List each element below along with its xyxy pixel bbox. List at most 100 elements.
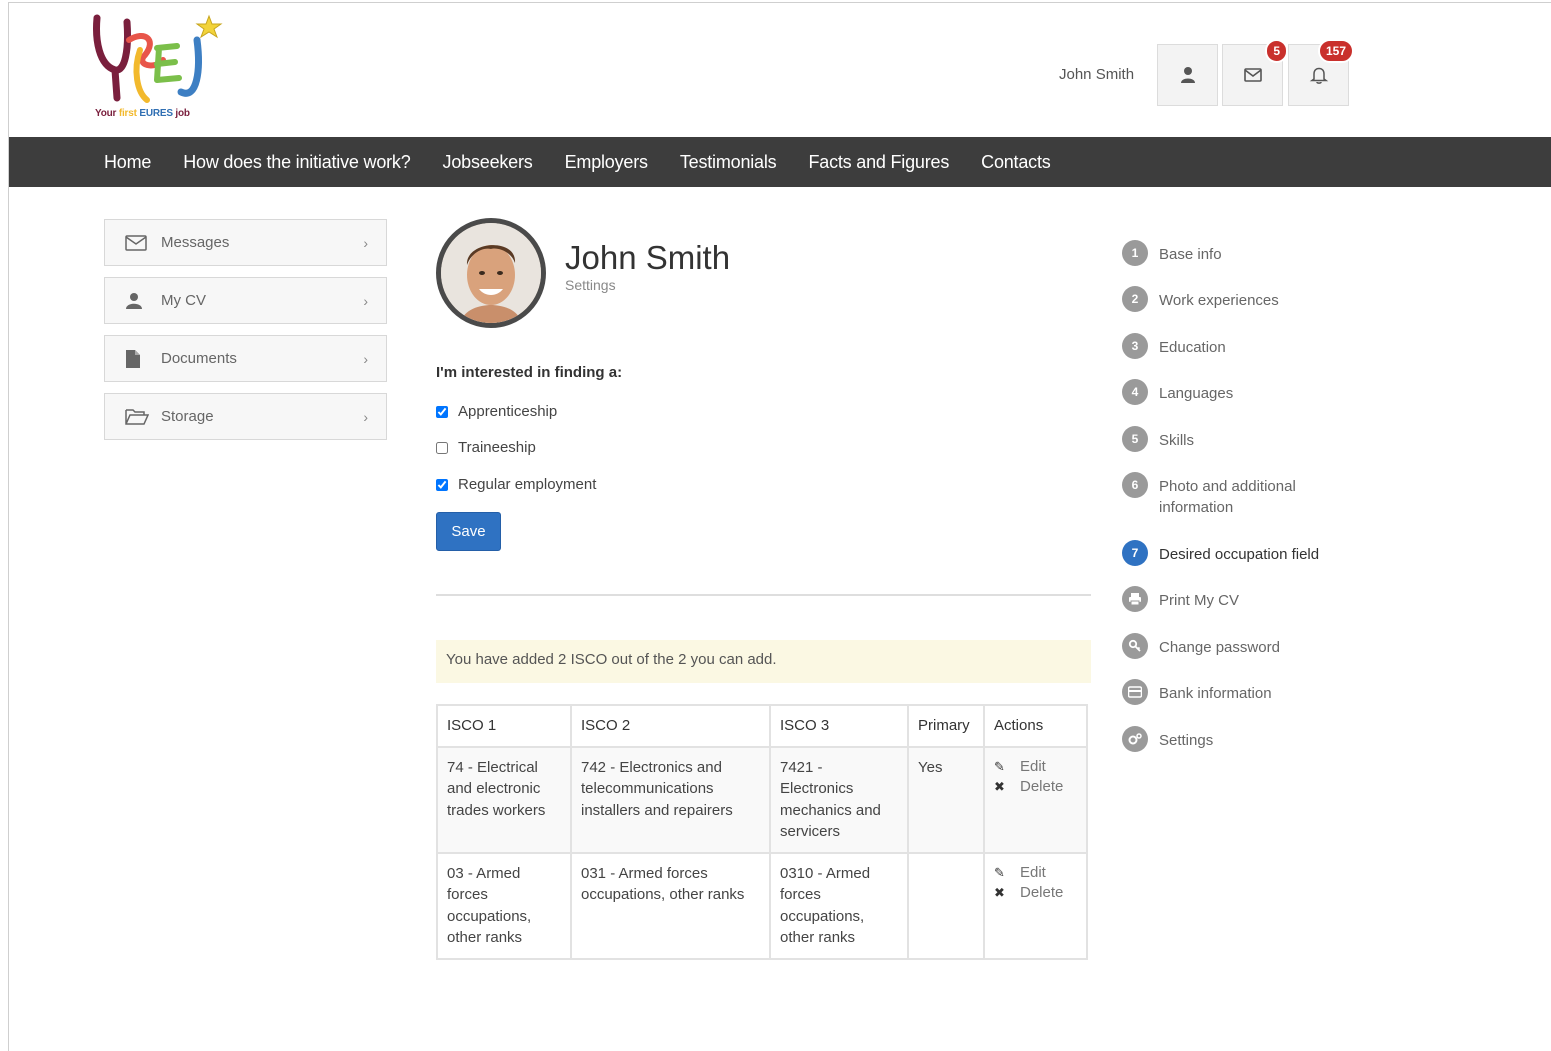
notifications-badge: 157 xyxy=(1317,39,1354,63)
option-regular-employment[interactable]: Regular employment xyxy=(436,476,596,493)
step-label: Desired occupation field xyxy=(1159,546,1320,563)
column-header-isco2: ISCO 2 xyxy=(570,704,771,748)
sidebar-item-documents[interactable]: Documents › xyxy=(104,335,387,382)
sidebar-item-storage[interactable]: Storage › xyxy=(104,393,387,440)
traineeship-checkbox[interactable] xyxy=(436,441,448,454)
logo-tagline: Your first EURES job xyxy=(95,108,190,119)
file-icon xyxy=(125,349,149,369)
option-label: Regular employment xyxy=(458,476,597,493)
step-label: Settings xyxy=(1159,732,1214,749)
cell-isco1: 74 - Electrical and electronic trades wo… xyxy=(436,745,572,854)
nav-employers[interactable]: Employers xyxy=(565,152,648,173)
cell-isco3: 0310 - Armed forces occupations, other r… xyxy=(769,851,909,960)
edit-action[interactable]: ✎ Edit xyxy=(994,863,1077,883)
isco-limit-alert: You have added 2 ISCO out of the 2 you c… xyxy=(436,640,1091,683)
chevron-right-icon: › xyxy=(363,292,368,309)
delete-action[interactable]: ✖ Delete xyxy=(994,777,1077,797)
credit-card-icon xyxy=(1122,679,1148,705)
step-photo-info[interactable]: 6 Photo and additional information xyxy=(1122,472,1382,518)
sidebar-item-label: My CV xyxy=(161,292,206,309)
step-number: 6 xyxy=(1122,472,1148,498)
profile-subtitle: Settings xyxy=(565,277,616,293)
profile-button[interactable] xyxy=(1157,44,1218,106)
user-icon xyxy=(125,291,149,311)
envelope-icon xyxy=(125,233,149,253)
step-label: Skills xyxy=(1159,432,1195,449)
sidebar-item-label: Storage xyxy=(161,408,214,425)
header-user-name[interactable]: John Smith xyxy=(1059,66,1134,83)
step-change-password[interactable]: Change password xyxy=(1122,633,1382,659)
printer-icon xyxy=(1122,586,1148,612)
step-skills[interactable]: 5 Skills xyxy=(1122,426,1382,452)
close-icon: ✖ xyxy=(994,884,1005,900)
nav-jobseekers[interactable]: Jobseekers xyxy=(443,152,533,173)
cell-isco2: 742 - Electronics and telecommunications… xyxy=(570,745,771,854)
regular-employment-checkbox[interactable] xyxy=(436,478,448,491)
step-number: 4 xyxy=(1122,379,1148,405)
cell-isco1: 03 - Armed forces occupations, other ran… xyxy=(436,851,572,960)
option-traineeship[interactable]: Traineeship xyxy=(436,439,536,456)
step-languages[interactable]: 4 Languages xyxy=(1122,379,1382,405)
cell-isco3: 7421 - Electronics mechanics and service… xyxy=(769,745,909,854)
step-label: Base info xyxy=(1159,246,1222,263)
chevron-right-icon: › xyxy=(363,408,368,425)
step-label: Bank information xyxy=(1159,685,1272,702)
step-number: 5 xyxy=(1122,426,1148,452)
cell-primary: Yes xyxy=(907,745,985,854)
main-nav: Home How does the initiative work? Jobse… xyxy=(9,137,1551,187)
step-number: 3 xyxy=(1122,333,1148,359)
chevron-right-icon: › xyxy=(363,350,368,367)
option-apprenticeship[interactable]: Apprenticeship xyxy=(436,403,557,420)
messages-button[interactable]: 5 xyxy=(1222,39,1288,106)
yfej-logo-icon xyxy=(93,14,223,103)
nav-home[interactable]: Home xyxy=(104,152,151,173)
user-icon xyxy=(1180,67,1195,83)
nav-how-it-works[interactable]: How does the initiative work? xyxy=(183,152,411,173)
apprenticeship-checkbox[interactable] xyxy=(436,405,448,418)
profile-name: John Smith xyxy=(565,239,731,276)
save-button[interactable]: Save xyxy=(436,512,501,551)
step-label: Photo and additional information xyxy=(1159,478,1296,516)
sidebar-item-my-cv[interactable]: My CV › xyxy=(104,277,387,324)
step-desired-occupation[interactable]: 7 Desired occupation field xyxy=(1122,540,1382,566)
notifications-button[interactable]: 157 xyxy=(1288,39,1354,106)
option-label: Traineeship xyxy=(458,439,536,456)
step-settings[interactable]: Settings xyxy=(1122,726,1382,752)
step-number: 2 xyxy=(1122,286,1148,312)
step-label: Print My CV xyxy=(1159,592,1240,609)
edit-action[interactable]: ✎ Edit xyxy=(994,757,1077,777)
envelope-icon xyxy=(1243,68,1262,82)
gears-icon xyxy=(1122,726,1148,752)
nav-facts-and-figures[interactable]: Facts and Figures xyxy=(808,152,949,173)
table-row: 74 - Electrical and electronic trades wo… xyxy=(436,745,1088,854)
step-print-cv[interactable]: Print My CV xyxy=(1122,586,1382,612)
column-header-isco1: ISCO 1 xyxy=(436,704,572,748)
column-header-isco3: ISCO 3 xyxy=(769,704,909,748)
step-bank-information[interactable]: Bank information xyxy=(1122,679,1382,705)
step-work-experiences[interactable]: 2 Work experiences xyxy=(1122,286,1382,312)
step-education[interactable]: 3 Education xyxy=(1122,333,1382,359)
close-icon: ✖ xyxy=(994,778,1005,794)
step-label: Change password xyxy=(1159,639,1280,656)
step-number: 1 xyxy=(1122,240,1148,266)
cell-actions: ✎ Edit ✖ Delete xyxy=(983,745,1088,854)
nav-testimonials[interactable]: Testimonials xyxy=(680,152,777,173)
interest-label: I'm interested in finding a: xyxy=(436,364,623,381)
section-divider xyxy=(436,594,1091,596)
messages-badge: 5 xyxy=(1265,39,1288,63)
column-header-primary: Primary xyxy=(907,704,985,748)
step-base-info[interactable]: 1 Base info xyxy=(1122,240,1382,266)
sidebar-item-label: Documents xyxy=(161,350,237,367)
delete-action[interactable]: ✖ Delete xyxy=(994,883,1077,903)
edit-icon: ✎ xyxy=(994,864,1005,880)
key-icon xyxy=(1122,633,1148,659)
sidebar-item-messages[interactable]: Messages › xyxy=(104,219,387,266)
avatar-portrait-icon xyxy=(441,223,541,323)
folder-open-icon xyxy=(125,407,149,427)
sidebar-item-label: Messages xyxy=(161,234,230,251)
nav-contacts[interactable]: Contacts xyxy=(981,152,1051,173)
option-label: Apprenticeship xyxy=(458,403,558,420)
step-number: 7 xyxy=(1122,540,1148,566)
chevron-right-icon: › xyxy=(363,234,368,251)
cell-isco2: 031 - Armed forces occupations, other ra… xyxy=(570,851,771,960)
